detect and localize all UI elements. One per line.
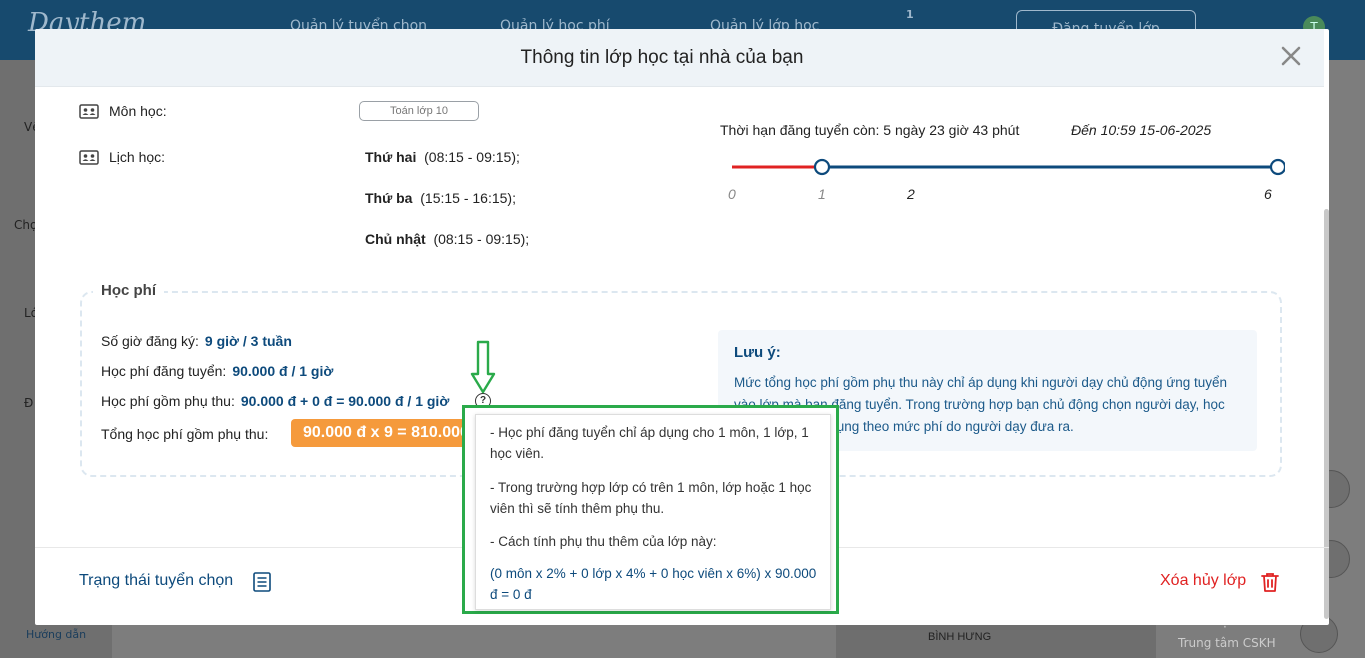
tooltip-text: - Cách tính phụ thu thêm của lớp này:: [490, 534, 717, 549]
schedule-item: Chủ nhật (08:15 - 09:15);: [365, 231, 529, 247]
schedule-day: Thứ hai: [365, 149, 417, 165]
trash-icon[interactable]: [1259, 571, 1281, 593]
total-fee-badge: 90.000 đ x 9 = 810.000 đ: [291, 419, 479, 447]
list-document-icon[interactable]: [253, 572, 271, 592]
modal-scrollbar[interactable]: [1324, 209, 1329, 619]
id-card-icon: [79, 150, 99, 165]
tooltip-text: - Học phí đăng tuyển chỉ áp dụng cho 1 m…: [490, 425, 809, 461]
sidebar-label: Đ: [24, 396, 34, 410]
schedule-day: Chủ nhật: [365, 231, 426, 247]
fee-section-title: Học phí: [93, 282, 164, 299]
support-subtitle[interactable]: Trung tâm CSKH: [1178, 636, 1276, 650]
close-icon[interactable]: [1279, 44, 1303, 68]
subject-label: Môn học:: [109, 103, 167, 119]
schedule-day: Thứ ba: [365, 190, 413, 206]
notification-count: 1: [906, 8, 914, 21]
schedule-time: (15:15 - 16:15);: [420, 190, 516, 206]
timeline-label: 1: [818, 186, 826, 202]
fee-row-posted: Học phí đăng tuyển: 90.000 đ / 1 giờ: [101, 363, 333, 379]
deadline-date: Đến 10:59 15-06-2025: [1071, 122, 1212, 138]
recruitment-timeline: [732, 158, 1285, 176]
schedule-time: (08:15 - 09:15);: [433, 231, 530, 247]
tooltip-text: - Trong trường hợp lớp có trên 1 môn, lớ…: [490, 480, 812, 516]
sidebar-label: Chọ: [14, 218, 38, 232]
note-title: Lưu ý:: [734, 344, 781, 361]
schedule-label: Lịch học:: [109, 149, 166, 165]
tooltip-formula: (0 môn x 2% + 0 lớp x 4% + 0 học viên x …: [490, 566, 817, 602]
surcharge-tooltip: - Học phí đăng tuyển chỉ áp dụng cho 1 m…: [475, 414, 831, 610]
subject-chip: Toán lớp 10: [359, 101, 479, 121]
deadline-remaining: Thời hạn đăng tuyển còn: 5 ngày 23 giờ 4…: [720, 122, 1020, 138]
fee-label: Học phí gồm phụ thu:: [101, 393, 235, 409]
fee-value: 9 giờ / 3 tuần: [204, 333, 292, 349]
schedule-item: Thứ hai (08:15 - 09:15);: [365, 149, 520, 165]
fee-label: Học phí đăng tuyển:: [101, 363, 227, 379]
modal-title: Thông tin lớp học tại nhà của bạn: [520, 47, 804, 68]
timeline-label: 0: [728, 186, 736, 202]
fee-label: Tổng học phí gồm phụ thu:: [101, 426, 269, 442]
fee-label: Số giờ đăng ký:: [101, 333, 199, 349]
map-label: BÌNH HƯNG: [928, 631, 992, 643]
schedule-item: Thứ ba (15:15 - 16:15);: [365, 190, 516, 206]
timeline-label: 2: [907, 186, 915, 202]
arrow-down-icon: [470, 340, 496, 394]
schedule-time: (08:15 - 09:15);: [424, 149, 520, 165]
id-card-icon: [79, 104, 99, 119]
delete-class-link[interactable]: Xóa hủy lớp: [1160, 572, 1246, 590]
fee-row-total: Tổng học phí gồm phụ thu:: [101, 426, 268, 442]
fee-row-surcharge: Học phí gồm phụ thu: 90.000 đ + 0 đ = 90.…: [101, 393, 449, 409]
recruitment-status-link[interactable]: Trạng thái tuyển chọn: [79, 572, 233, 590]
surcharge-tooltip-highlight: - Học phí đăng tuyển chỉ áp dụng cho 1 m…: [462, 405, 839, 614]
fee-value: 90.000 đ / 1 giờ: [232, 363, 334, 379]
timeline-current-marker: [813, 158, 831, 176]
fee-value: 90.000 đ + 0 đ = 90.000 đ / 1 giờ: [240, 393, 450, 409]
modal-header: Thông tin lớp học tại nhà của bạn: [35, 29, 1324, 87]
timeline-end-marker: [1269, 158, 1285, 176]
fee-row-hours: Số giờ đăng ký: 9 giờ / 3 tuần: [101, 333, 292, 349]
timeline-label: 6: [1264, 186, 1272, 202]
guide-link[interactable]: Hướng dẫn: [26, 628, 86, 641]
